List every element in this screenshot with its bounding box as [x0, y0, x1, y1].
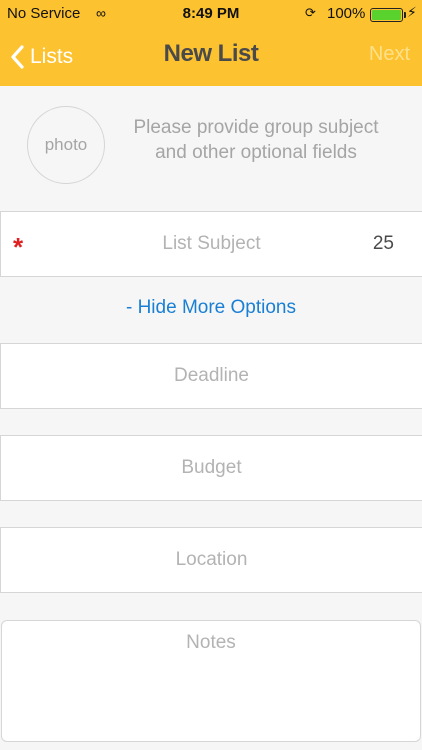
- photo-picker-button[interactable]: photo: [27, 106, 105, 184]
- list-subject-placeholder: List Subject: [162, 233, 261, 254]
- location-field[interactable]: Location: [0, 527, 422, 593]
- page-title: New List: [163, 40, 259, 67]
- list-subject-field[interactable]: * List Subject 25: [0, 211, 422, 277]
- character-counter: 25: [372, 233, 394, 254]
- photo-label: photo: [44, 135, 88, 154]
- header-bar: No Service ∞ 8:49 PM ⟳ 100% ⚡ Lists New …: [0, 0, 422, 86]
- notes-field[interactable]: Notes: [1, 620, 421, 742]
- charging-bolt-icon: ⚡: [407, 4, 417, 20]
- notes-placeholder: Notes: [186, 632, 236, 653]
- navigation-bar: Lists New List Next: [0, 28, 422, 86]
- form-hint: Please provide group subject and other o…: [133, 117, 379, 163]
- budget-placeholder: Budget: [181, 457, 242, 478]
- battery-icon: [370, 8, 406, 22]
- next-button[interactable]: Next: [369, 43, 410, 66]
- budget-field[interactable]: Budget: [0, 435, 422, 501]
- hide-more-options-link[interactable]: - Hide More Options: [0, 297, 422, 319]
- deadline-placeholder: Deadline: [174, 365, 249, 386]
- rotation-lock-icon: ⟳: [305, 5, 316, 20]
- battery-percentage: 100%: [327, 5, 366, 22]
- deadline-field[interactable]: Deadline: [0, 343, 422, 409]
- location-placeholder: Location: [175, 549, 248, 570]
- status-bar: No Service ∞ 8:49 PM ⟳ 100% ⚡: [0, 0, 422, 28]
- required-indicator: *: [13, 232, 24, 262]
